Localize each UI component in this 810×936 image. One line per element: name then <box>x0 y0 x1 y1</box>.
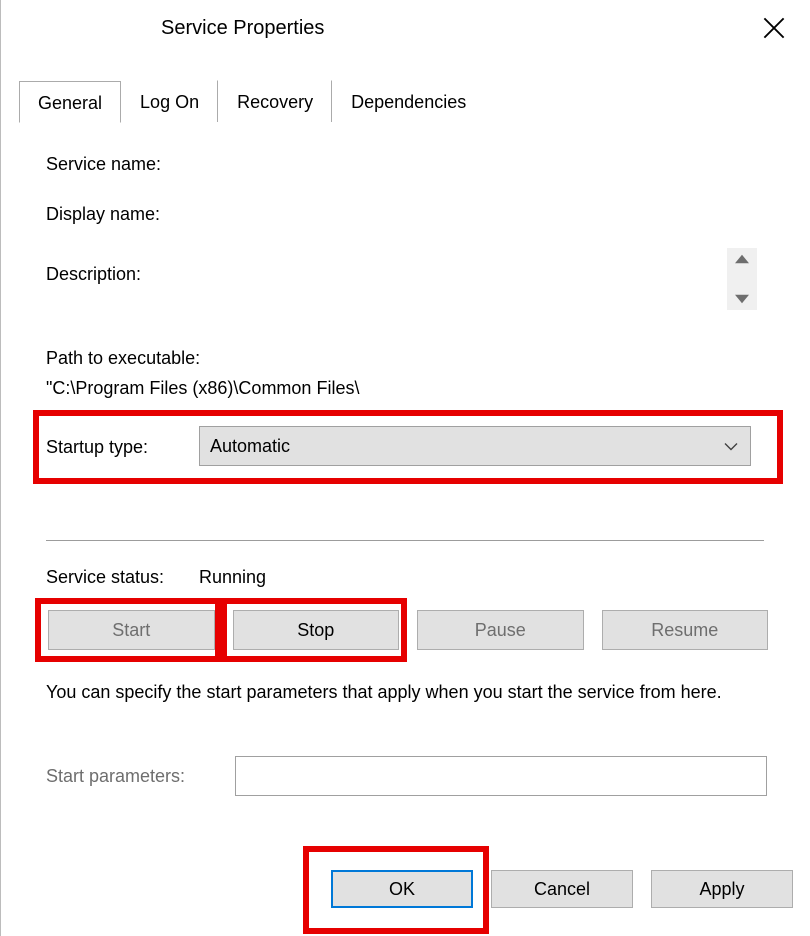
scroll-down-icon <box>735 288 749 310</box>
service-properties-dialog: Service Properties General Log On Recove… <box>0 0 810 936</box>
highlight-ok-button <box>303 846 489 934</box>
highlight-start-button <box>35 598 221 662</box>
start-parameters-input <box>235 756 767 796</box>
pause-button[interactable]: Pause <box>417 610 584 650</box>
divider <box>46 540 764 541</box>
value-path: "C:\Program Files (x86)\Common Files\ <box>46 378 359 399</box>
window-title: Service Properties <box>161 17 324 40</box>
label-description: Description: <box>46 264 141 285</box>
startup-type-value: Automatic <box>210 436 290 457</box>
close-button[interactable] <box>754 10 794 50</box>
titlebar: Service Properties <box>1 0 810 60</box>
scroll-up-icon <box>735 248 749 270</box>
start-parameters-hint: You can specify the start parameters tha… <box>46 680 764 704</box>
label-start-parameters: Start parameters: <box>46 766 185 787</box>
close-icon <box>763 17 785 44</box>
value-service-status: Running <box>199 567 266 588</box>
tab-dependencies[interactable]: Dependencies <box>332 80 485 122</box>
tabstrip: General Log On Recovery Dependencies <box>19 78 485 122</box>
resume-button[interactable]: Resume <box>602 610 769 650</box>
label-path: Path to executable: <box>46 348 200 369</box>
highlight-stop-button <box>221 598 407 662</box>
label-service-name: Service name: <box>46 154 161 175</box>
label-display-name: Display name: <box>46 204 160 225</box>
label-startup-type: Startup type: <box>46 437 148 458</box>
tab-log-on[interactable]: Log On <box>121 80 218 122</box>
tab-recovery[interactable]: Recovery <box>218 80 332 122</box>
label-service-status: Service status: <box>46 567 164 588</box>
startup-type-select[interactable]: Automatic <box>199 426 751 466</box>
cancel-button[interactable]: Cancel <box>491 870 633 908</box>
description-scrollbar[interactable] <box>727 248 757 310</box>
apply-button[interactable]: Apply <box>651 870 793 908</box>
tab-general[interactable]: General <box>19 81 121 123</box>
chevron-down-icon <box>724 436 738 457</box>
